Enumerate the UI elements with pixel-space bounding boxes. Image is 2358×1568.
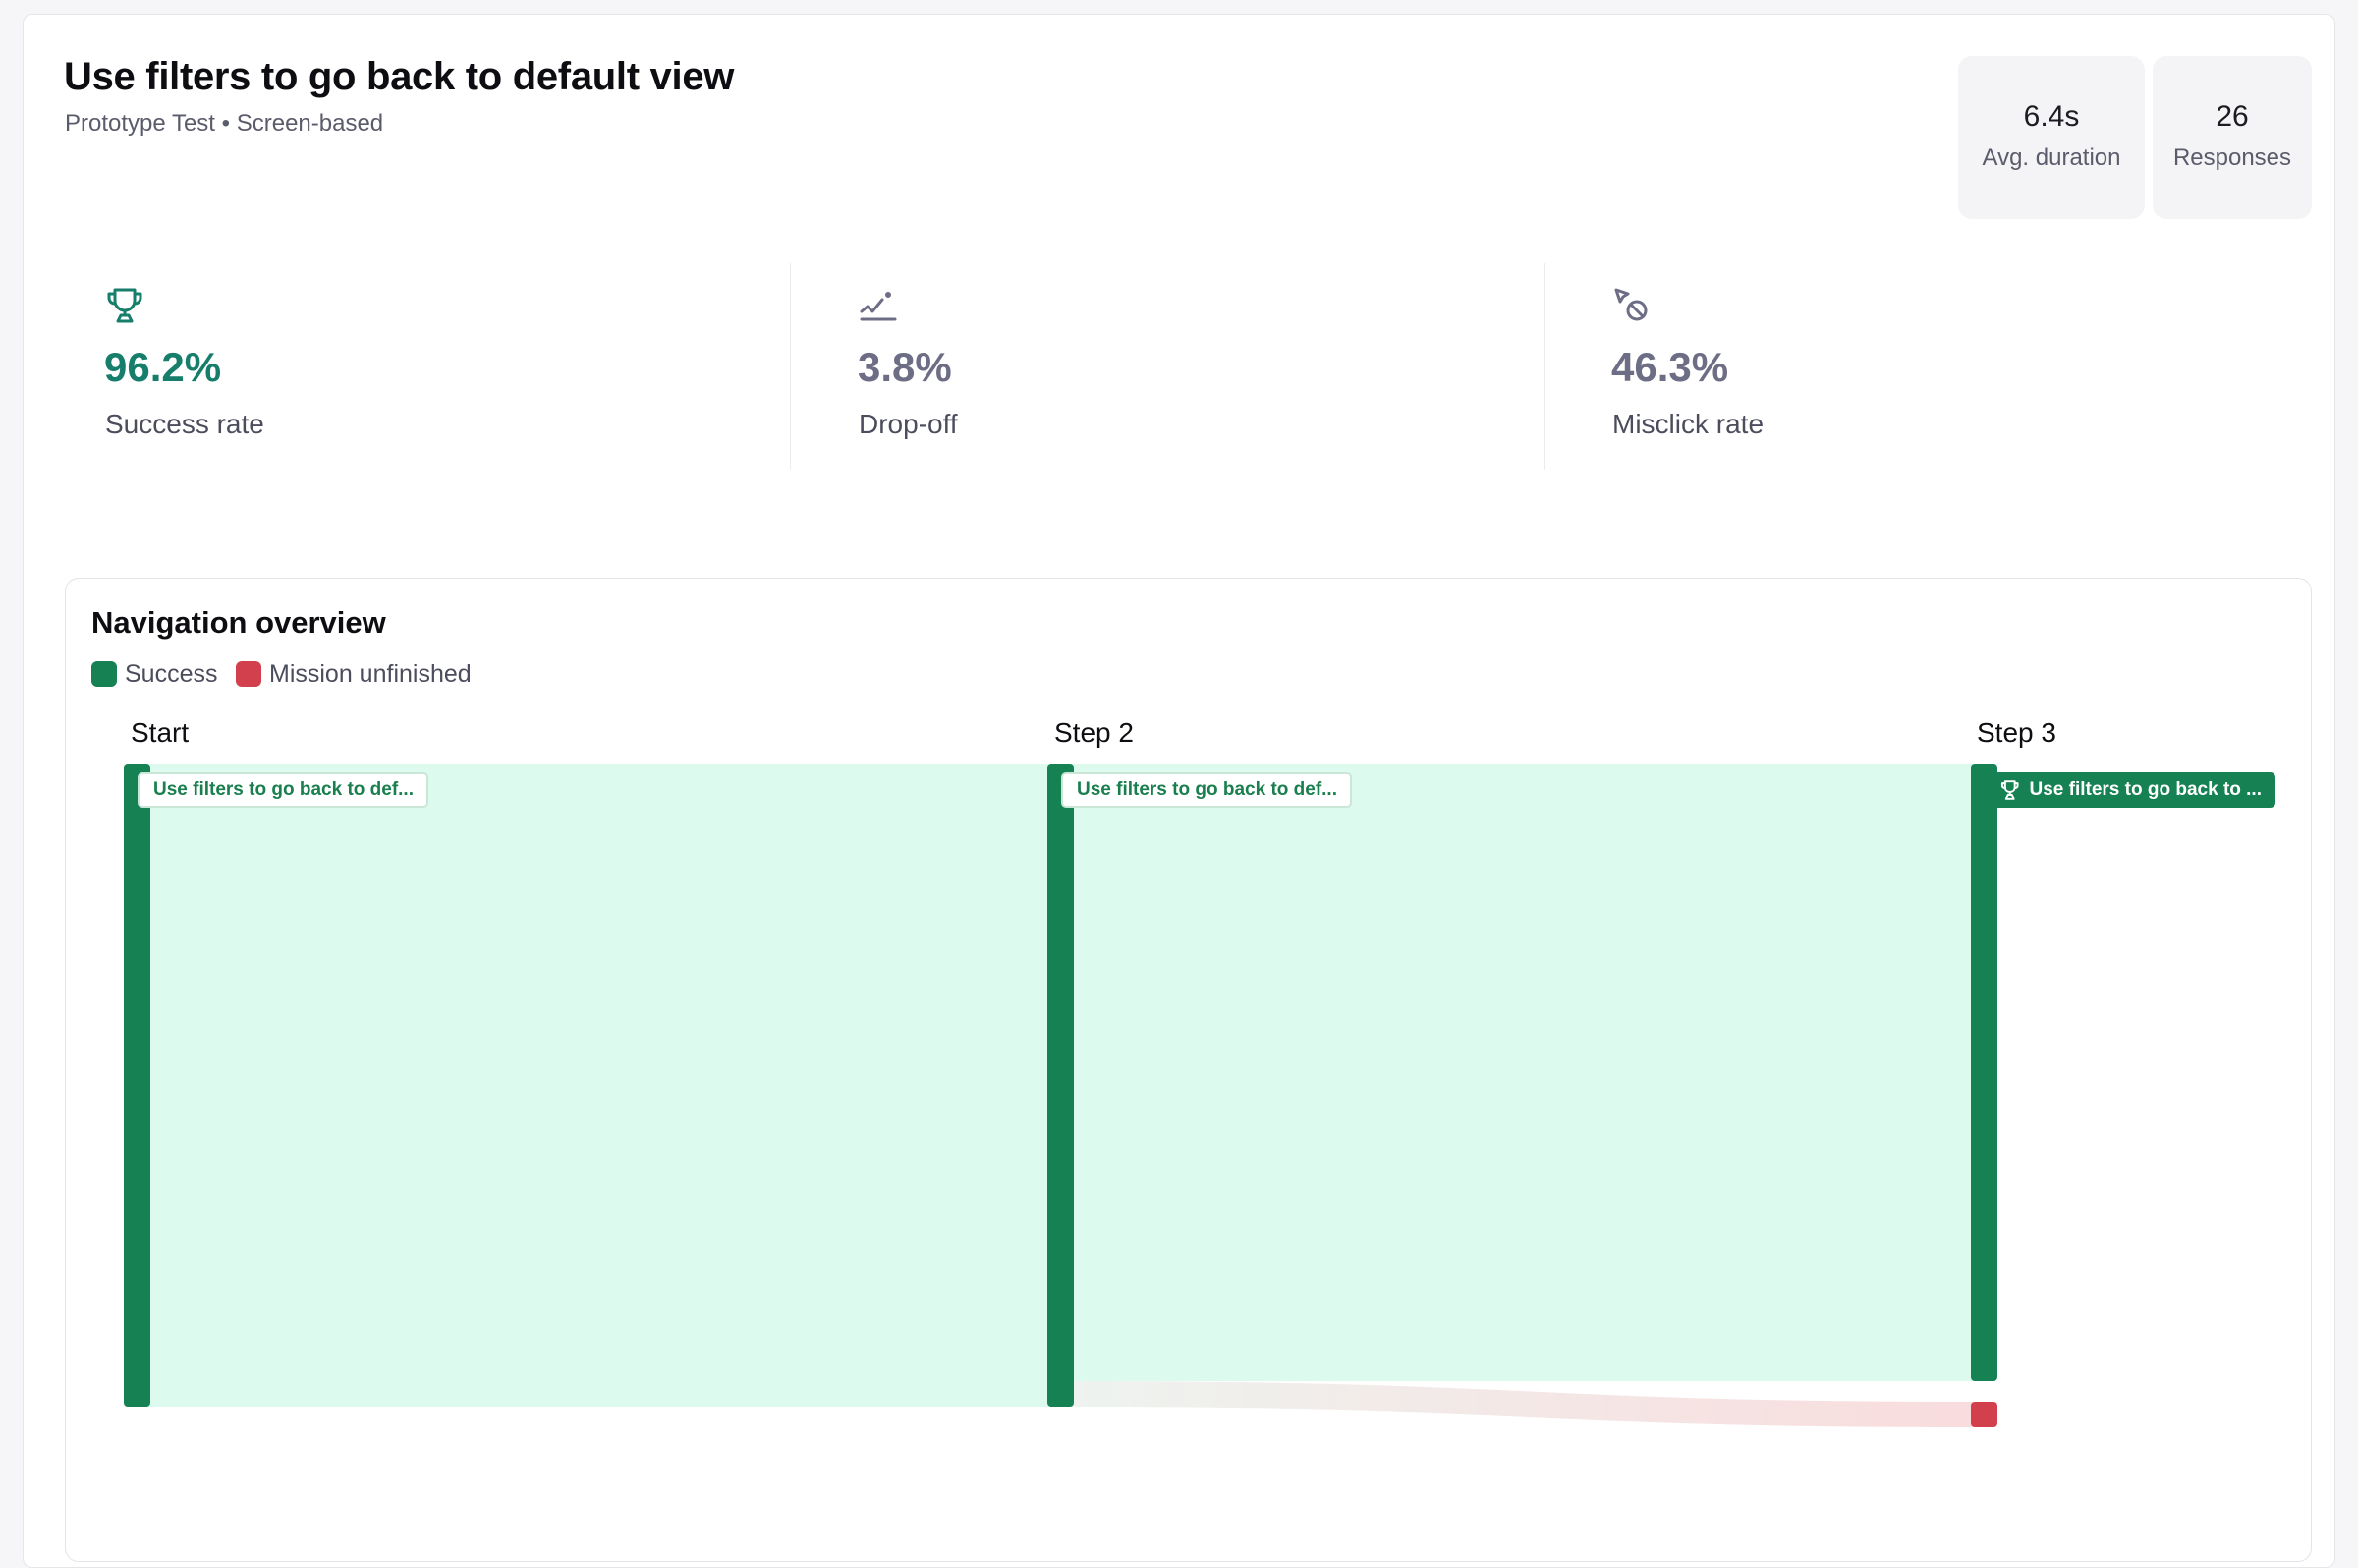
navigation-flow-diagram	[124, 764, 1997, 1427]
trophy-icon	[2000, 780, 2019, 800]
node-tag-step-2[interactable]: Use filters to go back to def...	[1061, 772, 1352, 808]
flow-step-2-to-unfinished[interactable]	[1070, 1381, 1974, 1427]
node-tag-step-3-success[interactable]: Use filters to go back to ...	[1985, 772, 2275, 808]
node-bar-step-3[interactable]	[1971, 764, 1997, 1381]
node-bar-step-2[interactable]	[1047, 764, 1074, 1407]
node-tag-start[interactable]: Use filters to go back to def...	[138, 772, 428, 808]
node-tag-label: Use filters to go back to def...	[1077, 779, 1337, 800]
node-tag-label: Use filters to go back to ...	[2029, 779, 2263, 800]
node-bar-unfinished[interactable]	[1971, 1402, 1997, 1427]
flow-step-2-to-step-3[interactable]	[1070, 764, 1974, 1381]
node-tag-label: Use filters to go back to def...	[153, 779, 414, 800]
flow-start-to-step-2[interactable]	[147, 764, 1051, 1407]
node-bar-start[interactable]	[124, 764, 150, 1407]
